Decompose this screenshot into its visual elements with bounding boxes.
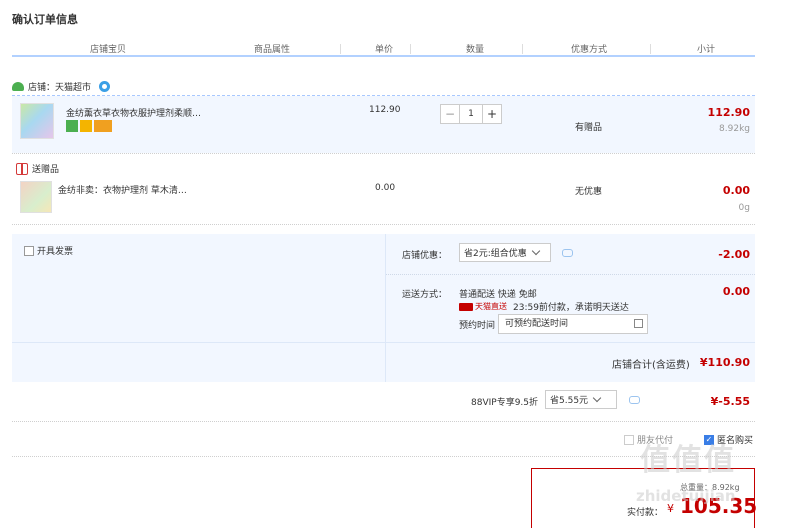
shop-discount-label: 店铺优惠： — [402, 251, 448, 261]
appointment-label: 预约时间 — [459, 321, 496, 331]
header-divider — [12, 55, 755, 57]
column-separator — [410, 44, 411, 54]
divider — [386, 274, 755, 275]
product-thumbnail[interactable] — [20, 103, 54, 139]
watermark-logo: 值值值 — [640, 443, 736, 478]
vip-discount-amount: ¥-5.55 — [710, 395, 750, 408]
column-header-promo: 优惠方式 — [571, 45, 608, 55]
invoice-checkbox[interactable] — [24, 245, 34, 256]
quantity-stepper: − 1 + — [440, 104, 502, 124]
gift-thumbnail[interactable] — [20, 181, 52, 213]
promo-text: 有赠品 — [575, 123, 603, 133]
item-weight: 8.92kg — [719, 124, 750, 134]
shop-header: 店铺：天猫超市 — [12, 80, 111, 93]
increment-button[interactable]: + — [482, 104, 502, 124]
item-subtotal: 112.90 — [707, 106, 750, 119]
gift-label: 送赠品 — [32, 165, 60, 175]
shop-total-amount: ¥110.90 — [699, 356, 750, 369]
divider — [12, 421, 755, 422]
appointment-time-input[interactable]: 可预约配送时间 — [498, 314, 648, 334]
credit-card-icon[interactable] — [94, 120, 112, 132]
page-title: 确认订单信息 — [12, 13, 78, 26]
gift-unit-price: 0.00 — [375, 183, 396, 193]
tmall-direct-badge: 天猫直送 — [459, 301, 507, 312]
column-separator — [522, 44, 523, 54]
chat-icon[interactable] — [99, 81, 111, 92]
shop-discount-value: 省2元:组合优惠 — [464, 249, 527, 259]
calendar-icon[interactable] — [634, 319, 643, 328]
shipping-label: 运送方式： — [402, 290, 448, 300]
column-header-subtotal: 小计 — [697, 45, 716, 55]
unit-price: 112.90 — [369, 105, 401, 115]
vip-discount-label: 88VIP专享9.5折 — [471, 398, 539, 408]
gift-section-title: 送赠品 — [16, 162, 59, 175]
column-header-qty: 数量 — [466, 45, 485, 55]
service-tags — [66, 120, 112, 132]
column-header-attr: 商品属性 — [254, 45, 291, 55]
column-header-price: 单价 — [375, 45, 394, 55]
gift-weight: 0g — [738, 203, 750, 213]
divider — [12, 224, 755, 225]
panel-divider — [385, 234, 386, 382]
invoice-label: 开具发票 — [37, 247, 74, 257]
tmall-shop-icon — [12, 82, 24, 91]
delivery-promise-text: 23:59前付款，承诺明天送达 — [513, 303, 629, 313]
shop-discount-select[interactable]: 省2元:组合优惠 — [459, 243, 551, 262]
invoice-option[interactable]: 开具发票 — [24, 244, 73, 257]
column-separator — [340, 44, 341, 54]
shipping-promise: 天猫直送 23:59前付款，承诺明天送达 — [459, 300, 629, 313]
gift-promo: 无优惠 — [575, 187, 603, 197]
gift-icon — [16, 162, 28, 175]
chevron-down-icon — [592, 393, 602, 403]
column-separator — [650, 44, 651, 54]
chevron-down-icon — [531, 246, 541, 256]
tmall-icon — [459, 302, 473, 311]
vip-discount-value: 省5.55元 — [550, 396, 589, 406]
gift-subtotal: 0.00 — [722, 184, 750, 197]
shop-total-label: 店铺合计(含运费) — [612, 360, 690, 371]
seven-day-return-icon[interactable] — [66, 120, 78, 132]
quantity-input[interactable]: 1 — [460, 104, 482, 124]
shipping-method: 普通配送 快递 免邮 — [459, 290, 537, 300]
comment-icon[interactable] — [629, 396, 640, 404]
vip-discount-select[interactable]: 省5.55元 — [545, 390, 617, 409]
shop-discount-amount: -2.00 — [718, 248, 750, 261]
friend-pay-checkbox[interactable] — [624, 434, 634, 445]
gift-name[interactable]: 金纺非卖：衣物护理剂 草木清… — [58, 183, 187, 196]
shop-name[interactable]: 店铺：天猫超市 — [28, 80, 91, 93]
divider — [12, 153, 755, 154]
shipping-amount: 0.00 — [722, 285, 750, 298]
decrement-button[interactable]: − — [440, 104, 460, 124]
divider — [12, 342, 755, 343]
watermark-site: zhidetuijian — [636, 487, 736, 505]
pay-label: 实付款： — [627, 508, 664, 518]
guarantee-icon[interactable] — [80, 120, 92, 132]
column-header-item: 店铺宝贝 — [90, 45, 127, 55]
product-name[interactable]: 金纺薰衣草衣物衣服护理剂柔顺… — [66, 106, 201, 119]
comment-icon[interactable] — [562, 249, 573, 257]
